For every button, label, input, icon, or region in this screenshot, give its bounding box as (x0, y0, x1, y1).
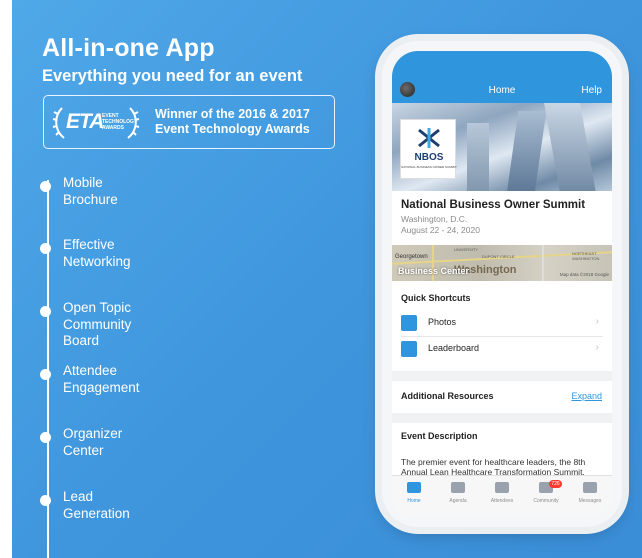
timeline-dot-icon (40, 243, 51, 254)
timeline-dot-icon (40, 369, 51, 380)
tab-community[interactable]: 726 Community (524, 480, 568, 504)
feature-label: Organizer Center (63, 426, 123, 458)
eta-logo-subtext: EVENT TECHNOLOGY AWARDS (102, 113, 138, 131)
section-gap (392, 413, 612, 423)
event-name: National Business Owner Summit (401, 199, 586, 211)
shortcut-label: Photos (428, 317, 457, 327)
eta-award-logo: ETA EVENT TECHNOLOGY AWARDS (52, 104, 140, 142)
app-header-title: Home (488, 85, 516, 96)
hero-title: All-in-one App (42, 34, 215, 62)
event-location: Washington, D.C. (401, 214, 468, 224)
additional-resources-title: Additional Resources (401, 391, 494, 401)
app-screen: Home Help NBOS NATIONAL BUSINESS OWNER S… (392, 51, 612, 517)
nbos-logo-text: NBOS (414, 152, 444, 163)
app-header: Home Help (392, 51, 612, 103)
award-line-1: Winner of the 2016 & 2017 (155, 107, 310, 121)
notification-badge: 726 (549, 480, 562, 488)
shortcut-leaderboard[interactable]: Leaderboard › (401, 339, 603, 361)
event-map[interactable]: UNIVERSITY DUPONT CIRCLE NORTHEAST WASHI… (392, 245, 612, 281)
promo-panel: All-in-one App Everything you need for a… (12, 0, 642, 558)
map-label: UNIVERSITY (454, 247, 479, 252)
award-box: ETA EVENT TECHNOLOGY AWARDS Winner of th… (43, 95, 335, 149)
tab-agenda[interactable]: Agenda (436, 482, 480, 504)
home-icon (407, 482, 421, 493)
help-button[interactable]: Help (581, 85, 602, 96)
tab-messages[interactable]: Messages (568, 482, 612, 504)
timeline-dot-icon (40, 181, 51, 192)
photos-icon (401, 315, 417, 331)
timeline-dot-icon (40, 432, 51, 443)
event-description-title: Event Description (401, 431, 478, 441)
award-text: Winner of the 2016 & 2017 Event Technolo… (155, 107, 310, 137)
expand-link[interactable]: Expand (571, 391, 602, 401)
attendees-icon (495, 482, 509, 493)
timeline-dot-icon (40, 495, 51, 506)
feature-label: Mobile Brochure (63, 175, 118, 207)
event-cover-image: NBOS NATIONAL BUSINESS OWNER SUMMIT (392, 103, 612, 191)
tab-attendees[interactable]: Attendees (480, 482, 524, 504)
messages-icon (583, 482, 597, 493)
nbos-star-icon (418, 128, 440, 148)
map-label: DUPONT CIRCLE (482, 254, 515, 259)
section-gap (392, 371, 612, 381)
map-credit: Map data ©2018 Google (559, 272, 609, 277)
eta-logo-text: ETA (66, 110, 104, 133)
nbos-tagline: NATIONAL BUSINESS OWNER SUMMIT (401, 165, 457, 169)
feature-label: Lead Generation (63, 489, 130, 521)
award-line-2: Event Technology Awards (155, 122, 310, 136)
map-label-business-center: Business Center (398, 266, 470, 276)
timeline-dot-icon (40, 306, 51, 317)
map-label: NORTHEAST WASHINGTON (572, 251, 600, 261)
feature-label: Attendee Engagement (63, 363, 140, 395)
chevron-right-icon: › (595, 316, 599, 327)
feature-label: Open Topic Community Board (63, 300, 132, 348)
trophy-icon (401, 341, 417, 357)
feature-label: Effective Networking (63, 237, 131, 269)
agenda-icon (451, 482, 465, 493)
chevron-right-icon: › (595, 342, 599, 353)
tab-home[interactable]: Home (392, 482, 436, 504)
shortcut-photos[interactable]: Photos › (401, 313, 603, 335)
hero-subtitle: Everything you need for an event (42, 67, 303, 85)
nbos-logo: NBOS NATIONAL BUSINESS OWNER SUMMIT (400, 119, 457, 179)
tab-bar: Home Agenda Attendees 726 Community Mess… (392, 475, 612, 517)
quick-shortcuts-title: Quick Shortcuts (401, 293, 471, 303)
shortcut-label: Leaderboard (428, 343, 480, 353)
phone-mockup: Home Help NBOS NATIONAL BUSINESS OWNER S… (382, 41, 622, 527)
map-label-georgetown: Georgetown (395, 254, 428, 260)
event-dates: August 22 - 24, 2020 (401, 225, 480, 235)
